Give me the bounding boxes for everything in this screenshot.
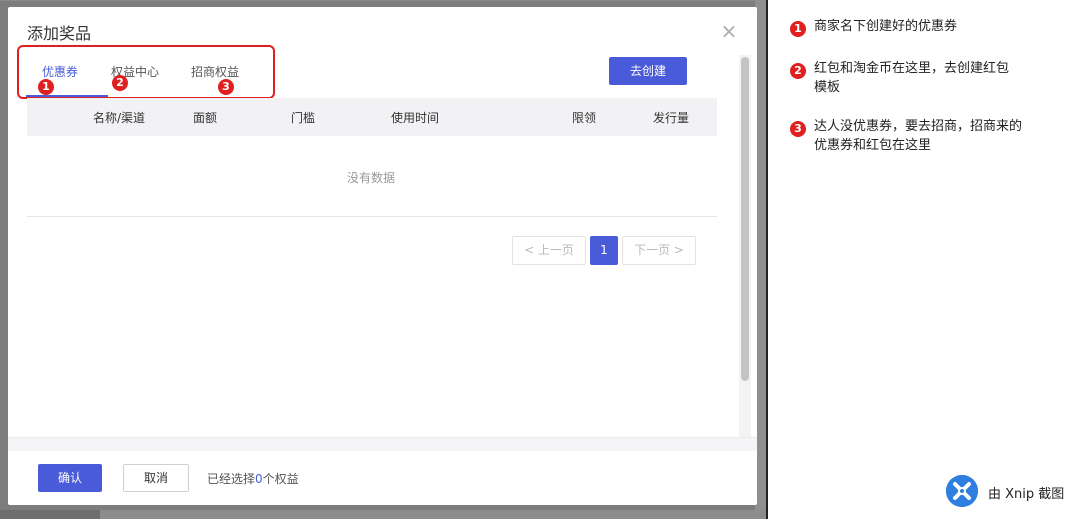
- cancel-button[interactable]: 取消: [123, 464, 189, 492]
- create-button[interactable]: 去创建: [609, 57, 687, 85]
- note-text: 商家名下创建好的优惠券: [814, 19, 958, 34]
- modal-title: 添加奖品: [27, 24, 92, 43]
- prev-page-button[interactable]: < 上一页: [512, 236, 586, 265]
- close-icon: ×: [720, 19, 738, 43]
- scrollbar-thumb[interactable]: [741, 57, 749, 381]
- table-empty-text: 没有数据: [347, 171, 396, 185]
- xnip-logo-icon: [946, 475, 978, 507]
- tab-badge-3: 3: [218, 79, 234, 95]
- column-header-amount: 面额: [193, 111, 218, 125]
- xnip-label: 由 Xnip 截图: [988, 487, 1065, 502]
- selection-prefix: 已经选择: [207, 472, 256, 486]
- note-badge-2: 2: [790, 63, 806, 79]
- column-header-limit: 限领: [572, 111, 597, 125]
- backdrop-bottom-bar: [0, 510, 767, 519]
- tab-badge-1: 1: [38, 79, 54, 95]
- note-text-continued: 优惠券和红包在这里: [814, 138, 932, 153]
- note-badge-3: 3: [790, 121, 806, 137]
- tab-merchant-benefits[interactable]: 招商权益: [191, 63, 239, 80]
- column-header-threshold: 门槛: [291, 111, 316, 125]
- selection-count: 0: [255, 472, 263, 486]
- annotation-note-3: 3 达人没优惠券，要去招商，招商来的 优惠券和红包在这里: [790, 118, 1070, 155]
- next-page-button[interactable]: 下一页 >: [622, 236, 696, 265]
- page-1-button[interactable]: 1: [590, 236, 618, 265]
- selection-suffix: 个权益: [262, 472, 299, 486]
- backdrop-bottom-segment: [0, 510, 100, 519]
- prize-tabs: 优惠券 权益中心 招商权益: [26, 57, 286, 97]
- table-divider: [27, 216, 717, 217]
- add-prize-modal: 添加奖品 × 优惠券 权益中心 招商权益 1 2 3 去创建 名称/渠道 面额 …: [8, 7, 757, 505]
- tab-label: 优惠券: [42, 65, 79, 79]
- column-header-usage-time: 使用时间: [391, 111, 440, 125]
- tab-label: 招商权益: [191, 65, 240, 79]
- active-tab-indicator: [26, 95, 108, 97]
- tab-badge-2: 2: [112, 75, 128, 91]
- annotation-note-1: 1 商家名下创建好的优惠券: [790, 18, 1070, 37]
- column-header-name: 名称/渠道: [93, 111, 146, 125]
- note-text-continued: 模板: [814, 80, 841, 95]
- footer-divider: [8, 437, 757, 451]
- note-text: 红包和淘金币在这里，去创建红包: [814, 61, 1010, 76]
- selection-summary: 已经选择0个权益: [207, 470, 299, 487]
- column-header-issued: 发行量: [653, 111, 690, 125]
- tab-coupons[interactable]: 优惠券: [42, 63, 78, 80]
- close-button[interactable]: ×: [720, 19, 738, 43]
- note-badge-1: 1: [790, 21, 806, 37]
- annotation-note-2: 2 红包和淘金币在这里，去创建红包 模板: [790, 60, 1070, 97]
- panel-divider: [766, 0, 768, 519]
- pagination: < 上一页 1 下一页 >: [8, 236, 708, 265]
- confirm-button[interactable]: 确认: [38, 464, 102, 492]
- note-text: 达人没优惠券，要去招商，招商来的: [814, 119, 1023, 134]
- table-header: 名称/渠道 面额 门槛 使用时间 限领 发行量: [27, 98, 717, 136]
- backdrop-divider: [0, 0, 767, 1]
